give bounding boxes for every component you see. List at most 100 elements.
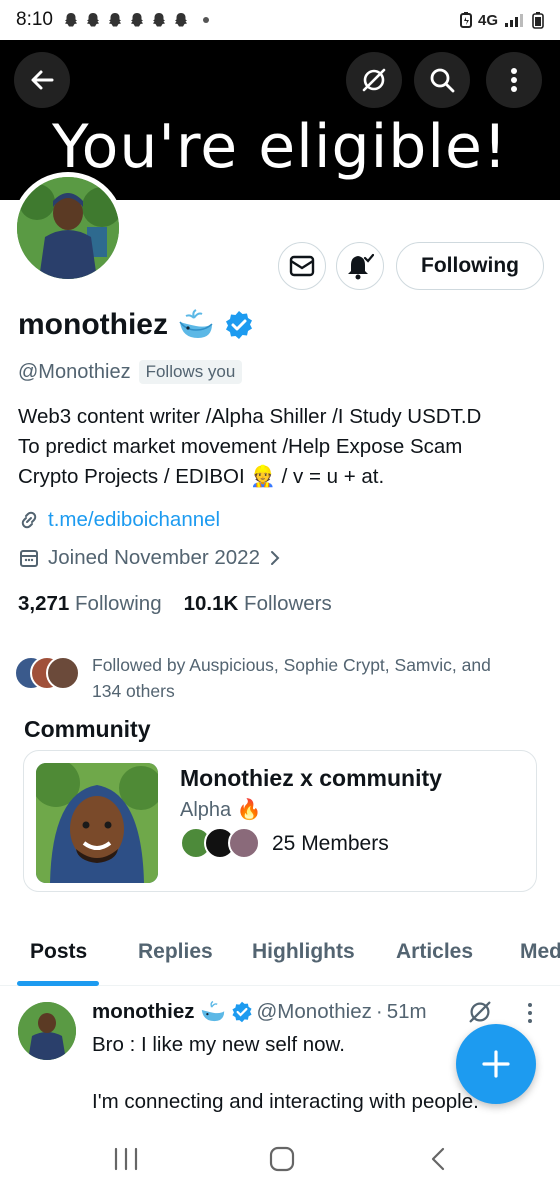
snapchat-ghost-icon [64, 13, 77, 27]
recent-apps-button[interactable] [112, 1146, 140, 1177]
avatar-illustration [18, 1002, 76, 1060]
verified-badge-icon [231, 1001, 252, 1023]
followed-by-text: Followed by Auspicious, Sophie Crypt, Sa… [92, 652, 552, 704]
community-image [36, 763, 158, 883]
back-nav-button[interactable] [428, 1146, 448, 1177]
community-heading: Community [24, 716, 151, 742]
tab-replies[interactable]: Replies [138, 940, 213, 964]
post-author-name[interactable]: monothiez [92, 1000, 195, 1024]
snapchat-ghost-icon [152, 13, 165, 27]
notifications-button[interactable] [336, 242, 384, 290]
battery-icon [532, 12, 544, 29]
joined-row[interactable]: Joined November 2022 [18, 546, 282, 570]
system-indicators: 4G [459, 11, 544, 29]
following-label: Following [75, 592, 162, 615]
snapchat-ghost-icon [108, 13, 121, 27]
tab-media[interactable]: Media [520, 940, 560, 964]
more-vertical-icon [511, 68, 517, 92]
member-count: 25 Members [272, 832, 389, 855]
tab-posts[interactable]: Posts [30, 940, 87, 964]
active-tab-indicator [17, 981, 99, 986]
avatar [46, 656, 80, 690]
post-time: 51m [386, 1000, 427, 1023]
follow-stats: 3,271 Following 10.1K Followers [18, 592, 332, 616]
link-icon [21, 511, 37, 529]
bio-line: To predict market movement /Help Expose … [18, 435, 463, 458]
community-card[interactable]: Monothiez x community Alpha 🔥 25 Members [23, 750, 537, 892]
status-bar: 8:10 4G [0, 0, 560, 40]
post-more-button[interactable] [526, 1002, 534, 1029]
more-options-button[interactable] [486, 52, 542, 108]
post-author-handle: @Monothiez [256, 1000, 372, 1023]
snapchat-ghost-icon [130, 13, 143, 27]
search-icon [430, 68, 455, 93]
snapchat-ghost-icon [174, 13, 187, 27]
network-type: 4G [477, 11, 498, 29]
verified-badge-icon [226, 311, 252, 339]
avatar-illustration [17, 177, 119, 279]
system-navigation-bar [0, 1128, 560, 1200]
notification-icons [63, 12, 209, 28]
post-header: monothiez @Monothiez · 51m [92, 1000, 427, 1024]
message-button[interactable] [278, 242, 326, 290]
display-name: monothiez [18, 308, 168, 341]
bell-check-icon [348, 253, 374, 280]
compose-button[interactable] [456, 1024, 536, 1104]
chevron-left-icon [431, 1147, 445, 1171]
calendar-icon [20, 550, 38, 567]
bio-line: Crypto Projects / EDIBOI 👷 / v = u + at. [18, 465, 385, 488]
joined-date: Joined November 2022 [48, 546, 260, 569]
website-link[interactable]: t.me/ediboichannel [48, 508, 220, 532]
community-members: 25 Members [180, 827, 389, 861]
post-text-line: Bro : I like my new self now. [92, 1033, 345, 1056]
handle: @Monothiez [18, 360, 131, 383]
community-tag: Alpha 🔥 [180, 799, 262, 821]
following-stat[interactable]: 3,271 Following [18, 592, 162, 616]
grok-button[interactable] [346, 52, 402, 108]
avatar [228, 827, 260, 859]
followed-by-line: Followed by Auspicious, Sophie Crypt, Sa… [92, 655, 491, 675]
battery-saver-icon [459, 12, 472, 28]
bio: Web3 content writer /Alpha Shiller /I St… [18, 402, 548, 492]
grok-icon [362, 68, 386, 92]
handle-row: @Monothiez Follows you [18, 360, 243, 384]
arrow-left-icon [31, 70, 54, 90]
search-button[interactable] [414, 52, 470, 108]
signal-icon [505, 14, 523, 27]
home-icon [269, 1146, 295, 1172]
grok-icon [469, 1001, 491, 1023]
whale-icon [201, 1000, 224, 1022]
community-illustration [36, 763, 158, 883]
name-row: monothiez [18, 308, 254, 342]
status-time: 8:10 [16, 9, 53, 30]
follows-you-badge: Follows you [138, 360, 243, 384]
home-button[interactable] [268, 1146, 296, 1177]
chevron-right-icon [270, 551, 280, 565]
post-separator: · [375, 1000, 383, 1023]
more-notifications-dot [202, 17, 209, 23]
followers-count: 10.1K [183, 592, 239, 615]
recent-apps-icon [114, 1147, 138, 1171]
tab-highlights[interactable]: Highlights [252, 940, 355, 964]
followers-label: Followers [244, 592, 332, 615]
profile-avatar[interactable] [12, 172, 124, 284]
envelope-icon [289, 255, 315, 277]
followers-stat[interactable]: 10.1K Followers [184, 592, 332, 616]
following-button[interactable]: Following [396, 242, 544, 290]
banner-text: You're eligible! [52, 112, 508, 182]
followed-by-avatars [14, 652, 84, 692]
back-button[interactable] [14, 52, 70, 108]
post-avatar[interactable] [18, 1002, 76, 1060]
whale-icon [179, 309, 213, 338]
profile-tabs: Posts Replies Highlights Articles Media [0, 920, 560, 986]
bio-line: Web3 content writer /Alpha Shiller /I St… [18, 405, 482, 428]
followed-by[interactable]: Followed by Auspicious, Sophie Crypt, Sa… [14, 652, 552, 704]
following-count: 3,271 [18, 592, 70, 615]
community-name: Monothiez x community [180, 765, 442, 791]
website-row: t.me/ediboichannel [18, 508, 220, 532]
more-vertical-icon [528, 1003, 532, 1023]
tab-articles[interactable]: Articles [396, 940, 473, 964]
snapchat-ghost-icon [86, 13, 99, 27]
member-avatars [180, 827, 262, 861]
plus-icon [482, 1050, 510, 1078]
